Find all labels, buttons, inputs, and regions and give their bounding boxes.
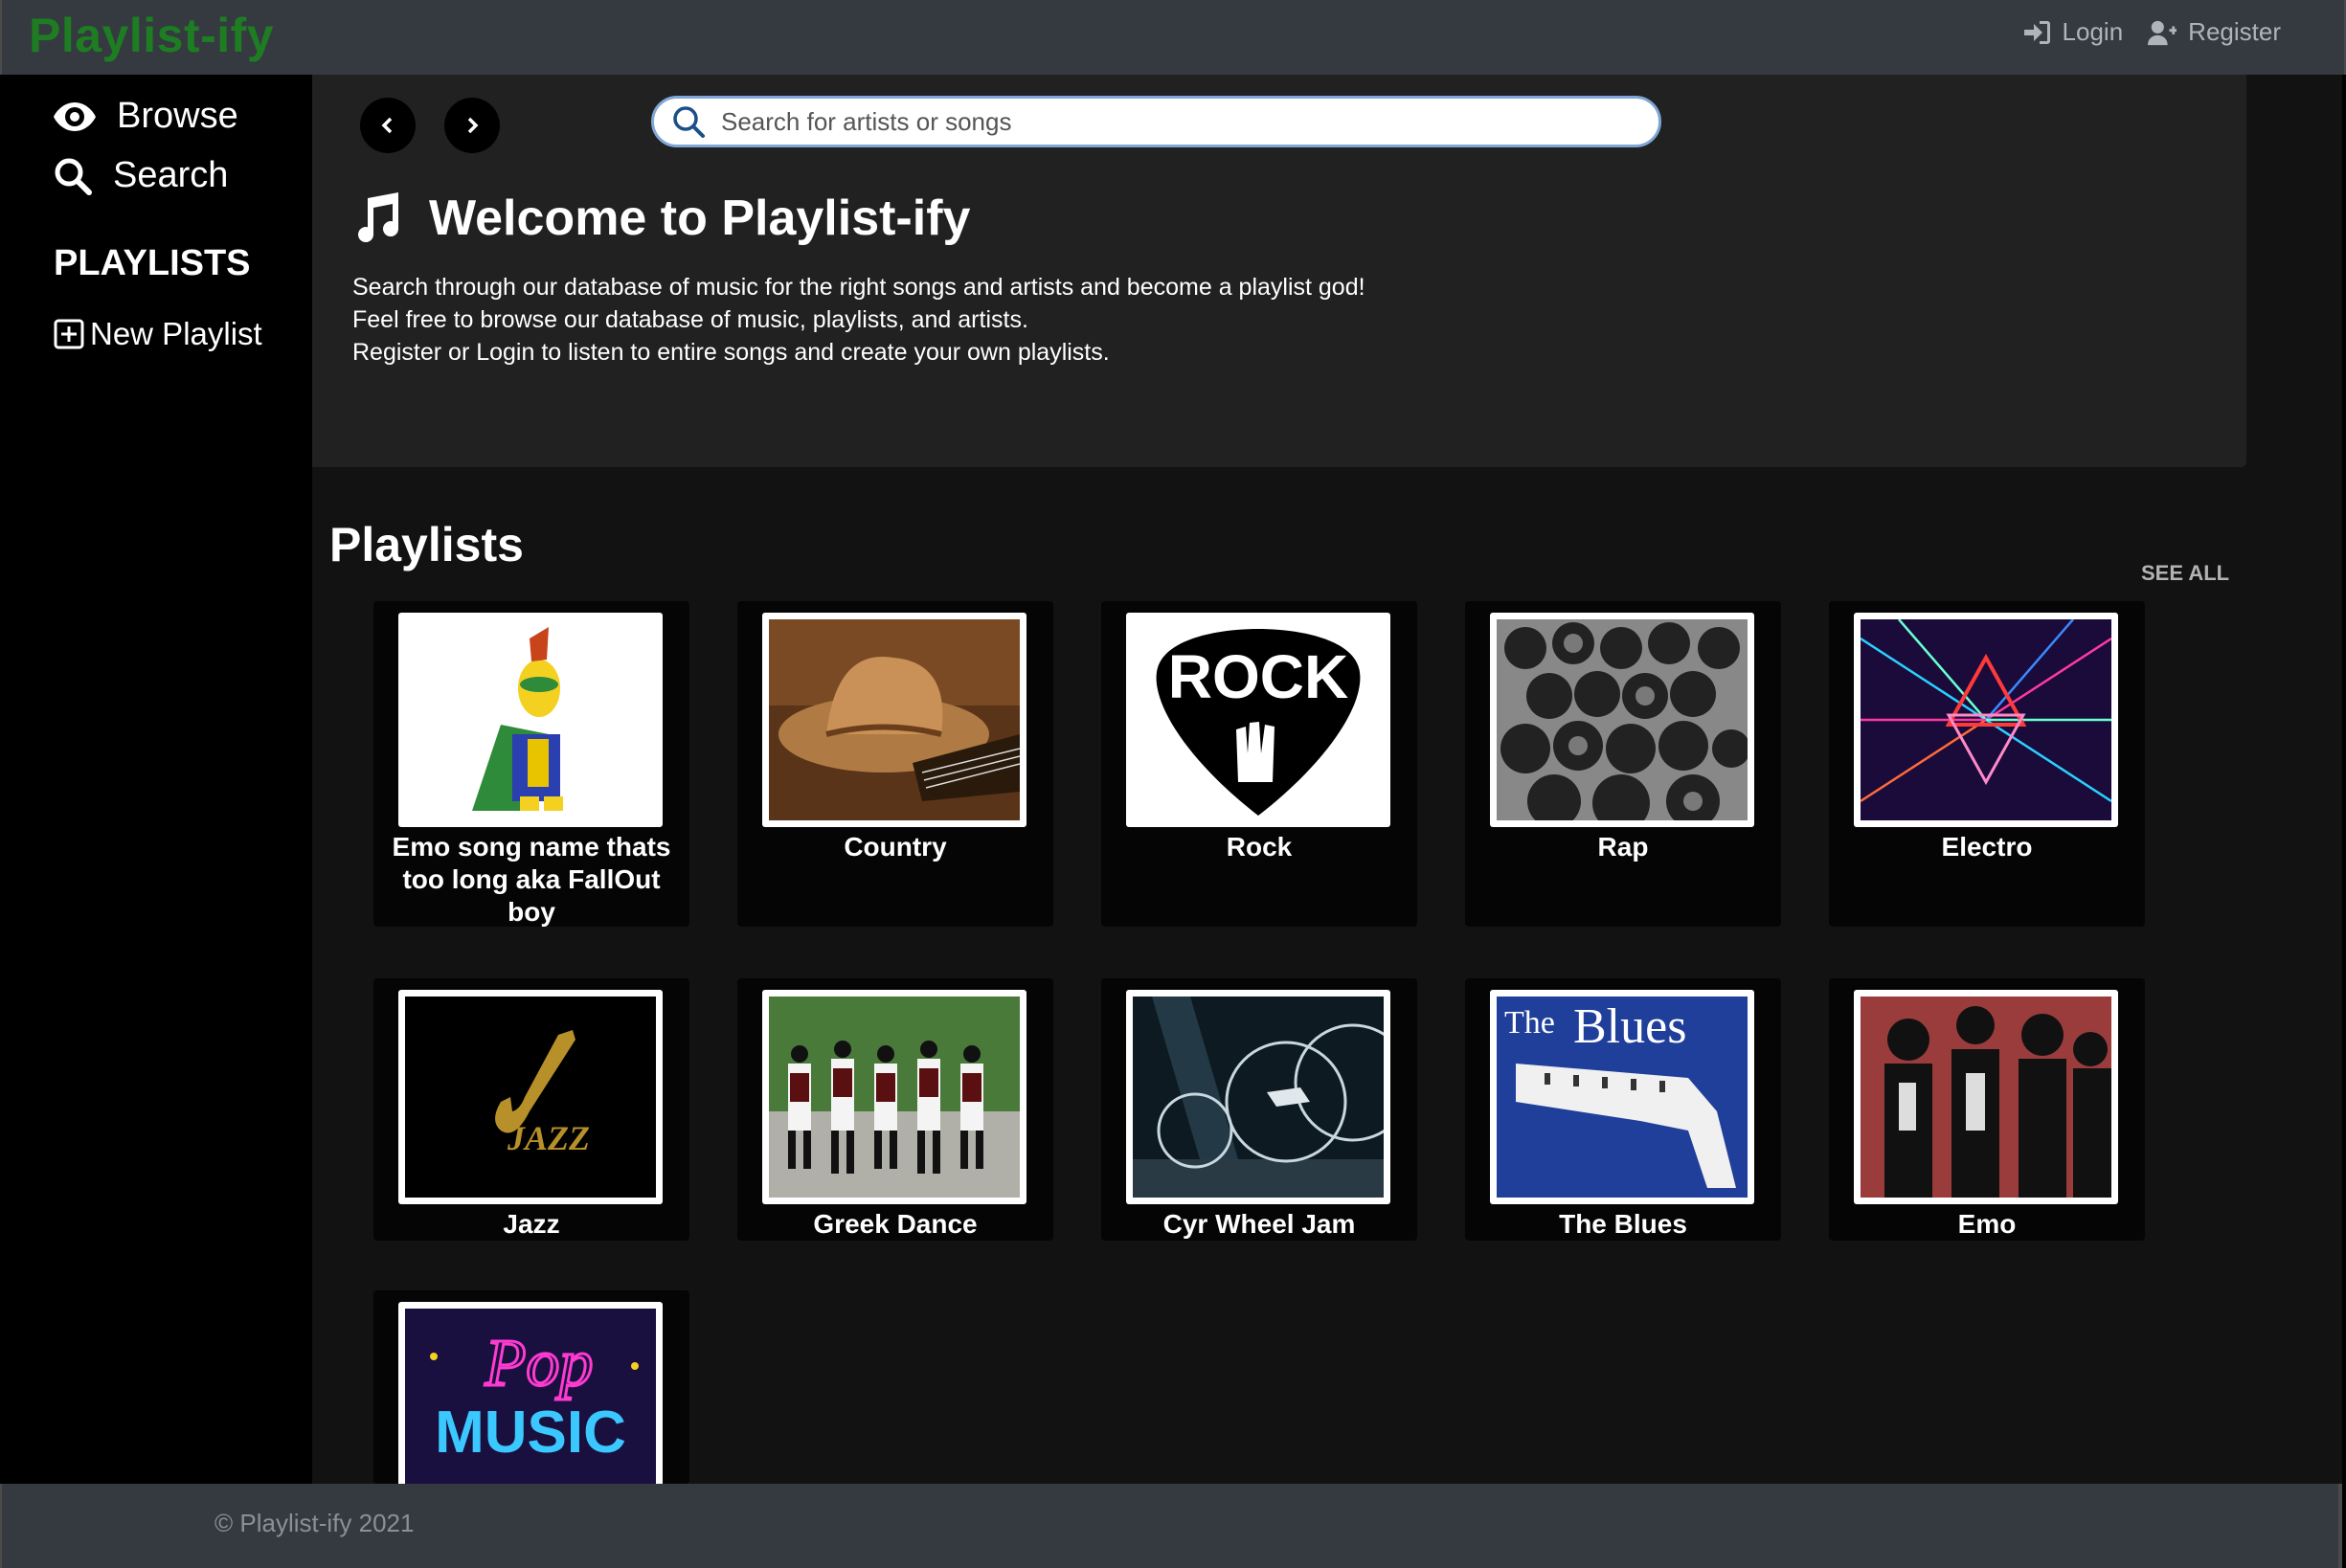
- playlist-card[interactable]: Greek Dance: [737, 978, 1053, 1241]
- sidebar-item-search[interactable]: Search: [54, 155, 228, 196]
- playlist-title: Rock: [1226, 832, 1293, 862]
- forward-button[interactable]: [444, 98, 500, 153]
- neon-lights-cover-art: [1861, 619, 2111, 820]
- playlist-title: Emo song name thats too long aka FallOut…: [392, 832, 671, 927]
- cyr-wheel-cover-art: [1133, 997, 1384, 1198]
- playlist-cover: Pop MUSIC: [398, 1302, 663, 1484]
- playlist-title: Jazz: [503, 1209, 560, 1239]
- playlists-heading: PLAYLISTS: [54, 243, 251, 283]
- emo-band-cover-art: [1861, 997, 2111, 1198]
- playlist-card[interactable]: Country: [737, 601, 1053, 927]
- playlist-card[interactable]: Electro: [1829, 601, 2145, 927]
- playlist-cover: [1854, 990, 2118, 1204]
- music-art-text: MUSIC: [435, 1400, 626, 1466]
- playlist-cover: [1854, 613, 2118, 827]
- search-input[interactable]: [719, 105, 1585, 138]
- playlist-title: The Blues: [1559, 1209, 1687, 1239]
- cartoon-cover-art: [405, 619, 656, 820]
- jazz-art-text: JAZZ: [507, 1119, 590, 1157]
- playlist-card[interactable]: Emo song name thats too long aka FallOut…: [373, 601, 689, 927]
- sign-in-icon: [2023, 20, 2050, 44]
- playlist-title: Country: [844, 832, 947, 862]
- music-note-icon: [358, 192, 399, 243]
- playlist-cover: [398, 613, 663, 827]
- pop-art-text: Pop: [485, 1327, 594, 1400]
- the-blues-cover-art: The Blues: [1497, 997, 1748, 1198]
- welcome-description: Search through our database of music for…: [352, 271, 1365, 369]
- rock-art-text: ROCK: [1168, 642, 1348, 711]
- playlist-title: Greek Dance: [813, 1209, 978, 1239]
- description-line: Register or Login to listen to entire so…: [352, 339, 1110, 366]
- playlist-cover: [762, 990, 1026, 1204]
- brand-logo[interactable]: Playlist-ify: [29, 8, 274, 63]
- playlist-cover: [1490, 613, 1754, 827]
- saxophone-cover-art: JAZZ: [405, 997, 656, 1198]
- chevron-right-icon: [467, 117, 479, 134]
- playlist-card[interactable]: Rap: [1465, 601, 1781, 927]
- back-button[interactable]: [360, 98, 416, 153]
- playlists-section-title: Playlists: [329, 518, 524, 571]
- footer: © Playlist-ify 2021: [0, 1484, 2342, 1568]
- copyright-text: © Playlist-ify 2021: [214, 1509, 415, 1537]
- auth-links: Login Register: [2022, 17, 2281, 47]
- playlist-title: Cyr Wheel Jam: [1162, 1209, 1356, 1239]
- playlist-title: Rap: [1597, 832, 1649, 862]
- sidebar-item-label: Browse: [117, 96, 238, 136]
- sidebar: Browse Search PLAYLISTS New Playlist: [0, 75, 312, 1484]
- playlist-cover: [1126, 990, 1390, 1204]
- register-label: Register: [2188, 17, 2281, 46]
- blues-art-text-blues: Blues: [1573, 999, 1686, 1054]
- playlist-card[interactable]: ROCK Rock: [1101, 601, 1417, 927]
- search-icon: [55, 158, 92, 195]
- search-icon: [673, 106, 705, 138]
- sidebar-item-label: Search: [113, 155, 229, 195]
- eye-icon: [54, 101, 96, 131]
- playlist-cover: [762, 613, 1026, 827]
- page-title: Welcome to Playlist-ify: [350, 190, 970, 247]
- login-link[interactable]: Login: [2022, 17, 2124, 47]
- new-playlist-label: New Playlist: [90, 316, 262, 351]
- see-all-link[interactable]: SEE ALL: [2141, 561, 2229, 586]
- top-navbar: Playlist-ify Login Register: [0, 0, 2346, 75]
- playlist-card[interactable]: Pop MUSIC: [373, 1290, 689, 1484]
- new-playlist-button[interactable]: New Playlist: [54, 316, 262, 352]
- playlist-title: Electro: [1941, 832, 2033, 862]
- playlist-card[interactable]: The Blues The Blues: [1465, 978, 1781, 1241]
- greek-dancers-cover-art: [769, 997, 1020, 1198]
- playlist-card[interactable]: Cyr Wheel Jam: [1101, 978, 1417, 1241]
- welcome-panel: Welcome to Playlist-ify Search through o…: [312, 75, 2246, 467]
- playlist-cover: ROCK: [1126, 613, 1390, 827]
- chevron-left-icon: [381, 117, 393, 134]
- plus-square-icon: [54, 319, 84, 349]
- main-content: Welcome to Playlist-ify Search through o…: [312, 75, 2342, 1484]
- playlist-card[interactable]: JAZZ Jazz: [373, 978, 689, 1241]
- rock-guitar-pick-cover-art: ROCK: [1133, 619, 1384, 820]
- description-line: Search through our database of music for…: [352, 274, 1365, 301]
- description-line: Feel free to browse our database of musi…: [352, 306, 1028, 333]
- playlist-title: Emo: [1957, 1209, 2017, 1239]
- register-link[interactable]: Register: [2148, 17, 2281, 47]
- playlist-card[interactable]: Emo: [1829, 978, 2145, 1241]
- blues-art-text-the: The: [1504, 1005, 1555, 1041]
- user-plus-icon: [2148, 20, 2177, 45]
- sidebar-item-browse[interactable]: Browse: [54, 96, 238, 137]
- welcome-title: Welcome to Playlist-ify: [429, 190, 971, 246]
- rap-artists-cover-art: [1497, 619, 1748, 820]
- playlist-cover: JAZZ: [398, 990, 663, 1204]
- search-bar[interactable]: [651, 96, 1661, 147]
- pop-music-cover-art: Pop MUSIC: [405, 1309, 656, 1484]
- cowboy-hat-cover-art: [769, 619, 1020, 820]
- playlist-cover: The Blues: [1490, 990, 1754, 1204]
- login-label: Login: [2062, 17, 2124, 46]
